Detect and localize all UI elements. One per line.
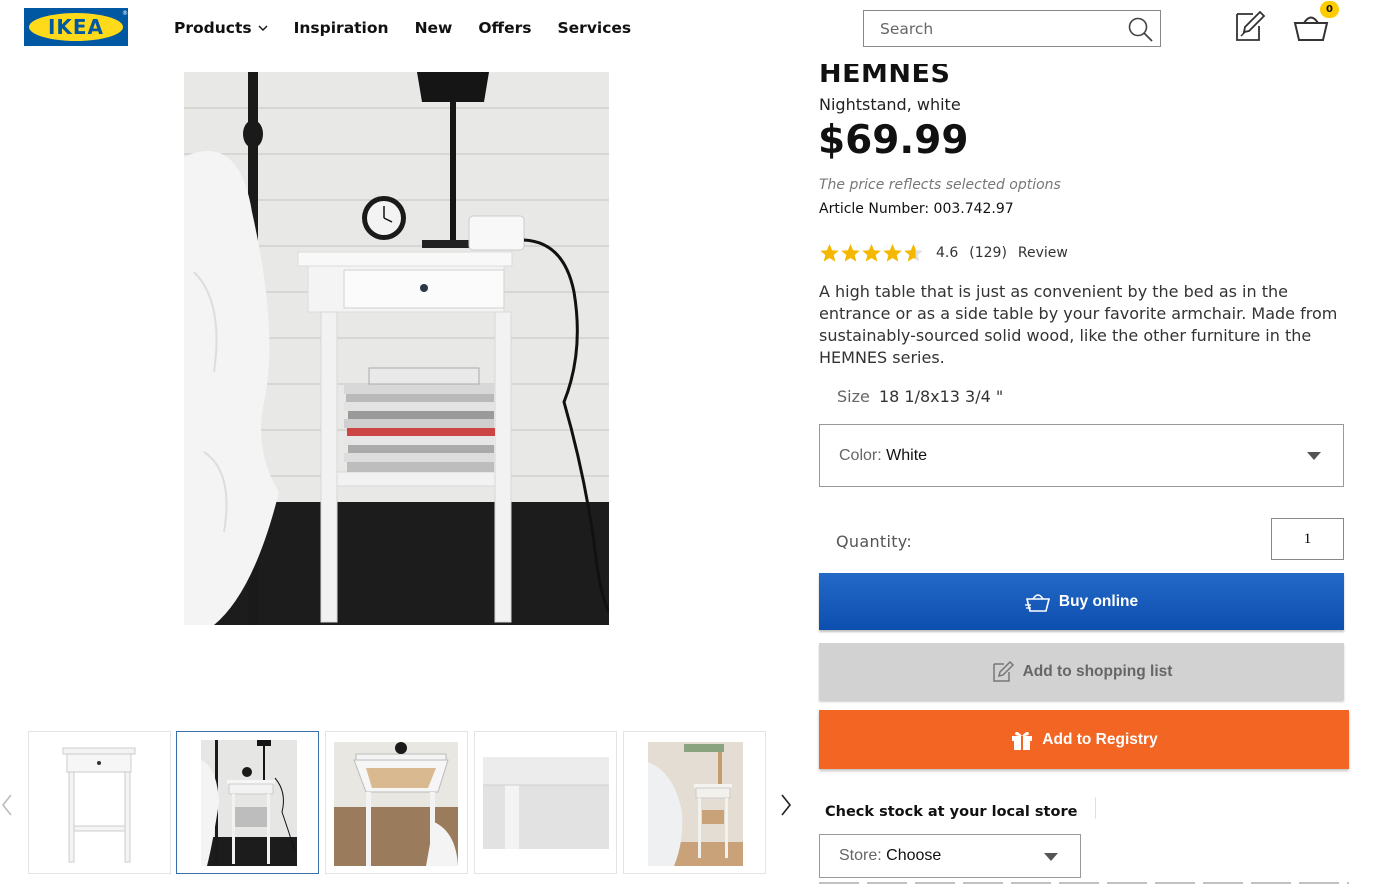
store-value: Choose: [886, 847, 942, 864]
size-value: 18 1/8x13 3/4 ": [878, 387, 1004, 406]
buy-online-label: Buy online: [1058, 592, 1139, 610]
color-label: Color:: [839, 446, 882, 464]
main-nav: Products Inspiration New Offers Services: [174, 19, 657, 37]
nav-offers[interactable]: Offers: [478, 19, 531, 37]
nightstand-drawer-open-image: [334, 742, 458, 866]
article-number-label: Article Number:: [819, 201, 930, 217]
chevron-down-icon: [258, 25, 268, 31]
ikea-logo[interactable]: IKEA ®: [24, 8, 128, 46]
svg-text:®: ®: [122, 10, 128, 17]
add-to-registry-label: Add to Registry: [1042, 730, 1158, 748]
shopping-list-icon: [992, 660, 1014, 682]
add-to-registry-button[interactable]: Add to Registry: [819, 710, 1349, 769]
nav-inspiration[interactable]: Inspiration: [294, 19, 389, 37]
rating-value: 4.6: [936, 245, 959, 261]
thumbnail-nightstand-detail[interactable]: [474, 731, 617, 874]
search-box: [863, 10, 1161, 47]
rating-count[interactable]: (129): [969, 245, 1007, 261]
product-description: A high table that is just as convenient …: [819, 282, 1338, 367]
thumbnail-nightstand-bedroom[interactable]: [176, 731, 319, 874]
truncated-store-text: [819, 880, 1349, 885]
nav-services[interactable]: Services: [558, 19, 632, 37]
nav-products[interactable]: Products: [174, 19, 268, 37]
article-number-value: 003.742.97: [933, 201, 1014, 217]
quantity-input[interactable]: [1271, 518, 1344, 560]
thumbnail-nightstand-room[interactable]: [623, 731, 766, 874]
star-icon: [820, 244, 839, 262]
price-note: The price reflects selected options: [819, 177, 1061, 193]
product-main-image[interactable]: [184, 72, 609, 625]
star-icon: [904, 244, 923, 262]
nightstand-front-image: [62, 747, 136, 863]
color-select[interactable]: Color: White: [819, 424, 1344, 487]
rating-stars: [819, 243, 924, 263]
caret-down-icon: [1044, 853, 1058, 861]
store-label: Store:: [839, 847, 882, 864]
size-label: Size: [837, 387, 870, 406]
product-rating: 4.6 (129) Review: [819, 243, 1079, 263]
gift-icon: [1012, 731, 1033, 750]
divider: [1095, 797, 1096, 819]
article-number: Article Number: 003.742.97: [819, 201, 1014, 217]
nav-new[interactable]: New: [415, 19, 453, 37]
quantity-label: Quantity:: [836, 532, 913, 551]
add-to-shopping-list-button[interactable]: Add to shopping list: [819, 643, 1344, 700]
search-icon[interactable]: [1126, 15, 1154, 43]
size-info: Size 18 1/8x13 3/4 ": [837, 387, 1003, 406]
cart-count-badge: 0: [1320, 1, 1339, 18]
chevron-right-icon[interactable]: [779, 793, 793, 817]
search-input[interactable]: [880, 19, 1160, 38]
product-name: HEMNES: [819, 58, 951, 89]
product-subtitle: Nightstand, white: [819, 95, 961, 114]
check-stock-title: Check stock at your local store: [825, 804, 1078, 820]
review-link[interactable]: Review: [1018, 245, 1068, 261]
logo-text: IKEA: [48, 15, 104, 39]
thumbnail-nightstand-front[interactable]: [28, 731, 171, 874]
shopping-list-icon[interactable]: [1233, 10, 1267, 42]
chevron-left-icon[interactable]: [0, 793, 14, 817]
thumbnail-nightstand-drawer-open[interactable]: [325, 731, 468, 874]
store-select[interactable]: Store: Choose: [819, 834, 1081, 878]
product-price: $69.99: [818, 118, 969, 163]
color-value: White: [886, 446, 928, 464]
add-to-shopping-list-label: Add to shopping list: [1022, 662, 1173, 680]
buy-online-button[interactable]: Buy online: [819, 573, 1344, 630]
star-icon: [841, 244, 860, 262]
caret-down-icon: [1307, 452, 1321, 460]
basket-icon: [1024, 593, 1050, 612]
nightstand-bedroom-image: [201, 740, 297, 866]
nightstand-room-image: [648, 742, 743, 866]
star-icon: [862, 244, 881, 262]
nightstand-scene-illustration: [184, 72, 609, 625]
nightstand-detail-image: [483, 757, 609, 849]
star-icon: [883, 244, 902, 262]
